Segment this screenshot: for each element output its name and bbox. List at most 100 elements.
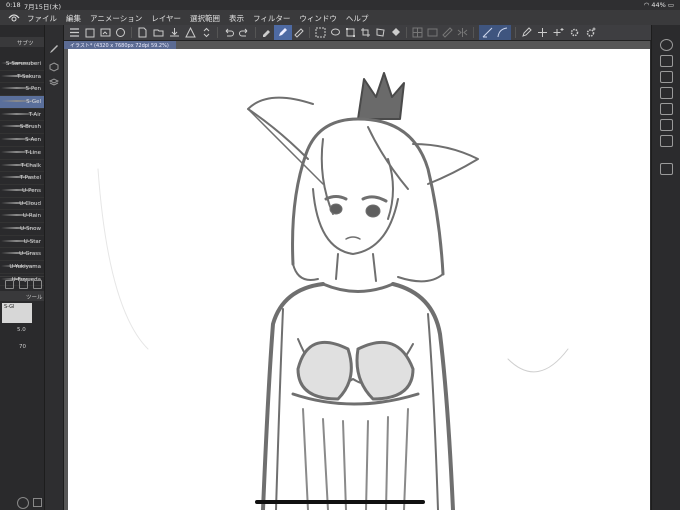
settings-dial-icon[interactable] — [17, 497, 29, 509]
new-file-icon[interactable] — [137, 27, 148, 38]
brush-item[interactable]: U-Snow — [0, 223, 44, 236]
gear-plus-icon[interactable] — [585, 27, 596, 38]
material-icon[interactable] — [660, 103, 673, 115]
mirror-icon[interactable] — [457, 27, 468, 38]
layer-thumb-icon[interactable] — [427, 27, 438, 38]
menu-window[interactable]: ウィンドウ — [299, 13, 337, 24]
brush-item-selected[interactable]: S-Gel — [0, 96, 44, 109]
command-bar — [63, 25, 655, 41]
brush-item[interactable]: T-Air — [0, 109, 44, 122]
free-transform-icon[interactable] — [375, 27, 386, 38]
brush-item[interactable]: U-Pens — [0, 185, 44, 198]
undo-history-icon[interactable] — [100, 27, 111, 38]
brush-item[interactable]: S-Brush — [0, 121, 44, 135]
menu-layer[interactable]: レイヤー — [151, 13, 181, 24]
hamburger-menu-icon[interactable] — [69, 27, 80, 38]
delete-brush-icon[interactable] — [33, 280, 42, 289]
toolbar-divider — [131, 27, 132, 38]
status-right: ◠ 44% ▭ — [644, 1, 674, 9]
brush-item[interactable]: S-Aen — [0, 134, 44, 147]
gear-icon[interactable] — [569, 27, 580, 38]
brush-label: S-Sarusuberi — [5, 61, 41, 67]
select-invert-icon[interactable] — [315, 27, 326, 38]
ruler-icon[interactable] — [442, 27, 453, 38]
brush-tool-icon[interactable] — [49, 39, 59, 53]
opacity-value[interactable]: 70 — [19, 344, 26, 350]
menu-view[interactable]: 表示 — [229, 13, 244, 24]
layer-panel-icon[interactable] — [660, 71, 673, 83]
edit-settings-icon[interactable] — [521, 27, 532, 38]
open-folder-icon[interactable] — [153, 27, 164, 38]
sub-tool-panel: サブツ S-Sarusuberi T-Sakura S-Pen S-Gel T-… — [0, 25, 45, 510]
warning-icon[interactable] — [185, 27, 196, 38]
brush-item[interactable]: S-Sarusuberi — [0, 58, 44, 71]
toolbar-divider — [217, 27, 218, 38]
stepper-icon[interactable] — [201, 27, 212, 38]
app-logo-icon[interactable] — [8, 12, 20, 23]
grid-icon[interactable] — [412, 27, 423, 38]
panel-toggle-icon[interactable] — [33, 498, 42, 507]
brush-list-footer — [0, 276, 44, 289]
add-brush-icon[interactable] — [5, 280, 14, 289]
hexagon-tool-icon[interactable] — [49, 57, 59, 72]
brush-item[interactable]: T-Sakura — [0, 71, 44, 84]
share-icon[interactable] — [115, 27, 126, 38]
canvas-tab[interactable]: イラスト* (4320 x 7680px 72dpi 59.2%) — [64, 41, 176, 49]
menu-animation[interactable]: アニメーション — [90, 13, 142, 24]
transform-icon[interactable] — [345, 27, 356, 38]
brush-size-value[interactable]: 5.0 — [17, 327, 26, 333]
new-canvas-icon[interactable] — [85, 27, 96, 38]
duplicate-brush-icon[interactable] — [19, 280, 28, 289]
menu-items: ファイル 編集 アニメーション レイヤー 選択範囲 表示 フィルター ウィンドウ… — [27, 13, 368, 24]
drawing-canvas[interactable] — [68, 49, 650, 510]
color-wheel-icon[interactable] — [660, 39, 673, 51]
brush-list: S-Sarusuberi T-Sakura S-Pen S-Gel T-Air … — [0, 58, 44, 287]
snap-curve-icon[interactable] — [497, 27, 508, 38]
search-palette-icon[interactable] — [660, 119, 673, 131]
pen-icon[interactable] — [277, 27, 288, 38]
layer-property-icon[interactable] — [660, 87, 673, 99]
eraser-icon[interactable] — [261, 27, 272, 38]
brush-label: U-Rain — [22, 213, 41, 220]
sub-tool-header: サブツ — [0, 37, 44, 47]
sparkle-icon[interactable] — [537, 27, 548, 38]
menu-file[interactable]: ファイル — [27, 13, 57, 24]
brush-label: T-Pastel — [19, 175, 41, 182]
brush-item[interactable]: T-Chalk — [0, 160, 44, 173]
brush-item[interactable]: T-Pastel — [0, 172, 44, 185]
snap-ruler-icon[interactable] — [482, 27, 493, 38]
brush-size-preview[interactable]: S-Gl — [2, 303, 32, 323]
brush-label: U-Grass — [19, 251, 41, 258]
navigator-icon[interactable] — [660, 55, 673, 67]
brush-item[interactable]: U-Rain — [0, 210, 44, 223]
battery-percent: 44% — [651, 1, 666, 9]
menu-filter[interactable]: フィルター — [253, 13, 290, 24]
brush-item[interactable]: U-Grass — [0, 248, 44, 261]
menu-help[interactable]: ヘルプ — [346, 13, 369, 24]
undo-icon[interactable] — [223, 27, 234, 38]
redo-icon[interactable] — [239, 27, 250, 38]
clear-icon[interactable] — [293, 27, 304, 38]
brush-label: T-Chalk — [20, 162, 41, 169]
menu-selection[interactable]: 選択範囲 — [190, 13, 220, 24]
brush-item[interactable]: U-Cloud — [0, 198, 44, 211]
sparkle-plus-icon[interactable] — [553, 27, 564, 38]
quick-access-icon[interactable] — [660, 135, 673, 147]
fill-icon[interactable] — [390, 27, 401, 38]
brush-label: S-Pen — [25, 86, 41, 93]
crop-icon[interactable] — [360, 27, 371, 38]
toolbar-divider — [406, 27, 407, 38]
menu-edit[interactable]: 編集 — [66, 13, 81, 24]
brush-label: U-Yukiyama — [9, 264, 41, 270]
brush-item[interactable]: T-Line — [0, 147, 44, 160]
brush-item[interactable]: U-Yukiyama — [0, 261, 44, 274]
history-icon[interactable] — [660, 163, 673, 175]
layers-icon[interactable] — [48, 72, 60, 86]
brush-item[interactable]: U-Star — [0, 236, 44, 249]
status-time: 0:18 — [6, 1, 21, 9]
lasso-icon[interactable] — [330, 27, 341, 38]
toolbar-divider — [473, 27, 474, 38]
brush-item[interactable]: S-Pen — [0, 83, 44, 97]
tool-property-panel: S-Gl 5.0 70 — [0, 301, 44, 381]
save-icon[interactable] — [169, 27, 180, 38]
